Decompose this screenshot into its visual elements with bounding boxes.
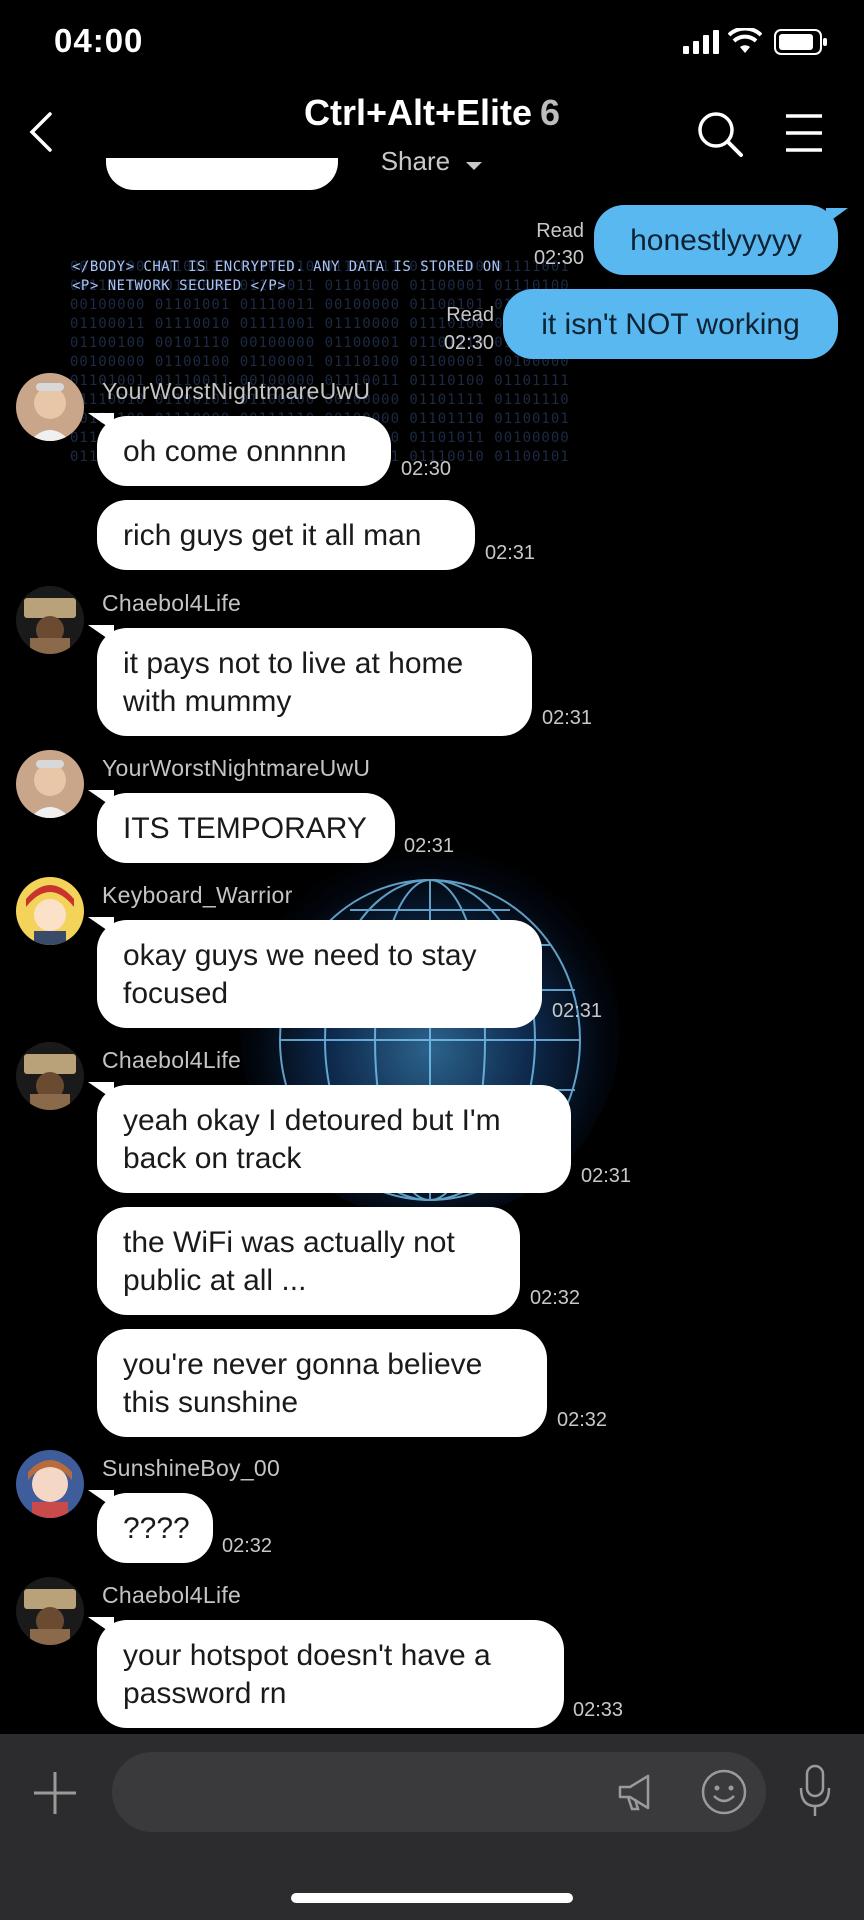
- search-icon: [698, 112, 743, 157]
- message-time: 02:31: [581, 1165, 632, 1187]
- background-encrypted-notice: </BODY> CHAT IS ENCRYPTED. ANY DATA IS S…: [72, 258, 501, 296]
- message-input[interactable]: [112, 1752, 766, 1832]
- home-indicator[interactable]: [291, 1893, 573, 1903]
- megaphone-icon: [618, 1774, 650, 1811]
- group-name: Ctrl+Alt+Elite: [303, 92, 533, 133]
- plus-icon: [34, 1772, 76, 1814]
- message-time: 02:31: [404, 835, 455, 857]
- message-time: 02:32: [222, 1535, 273, 1557]
- avatar-yourworstnightmareuwu[interactable]: [16, 750, 84, 818]
- message-time: 02:31: [542, 707, 593, 729]
- voice-input-button[interactable]: [798, 1764, 832, 1823]
- sender-name: Chaebol4Life: [102, 590, 242, 616]
- message-time: 02:30: [443, 332, 494, 354]
- battery-icon: [774, 29, 828, 60]
- cellular-signal-icon: [683, 30, 719, 59]
- wifi-icon: [727, 26, 763, 59]
- hamburger-menu-icon: [786, 114, 822, 152]
- avatar-chaebol4life[interactable]: [16, 1042, 84, 1110]
- incoming-message[interactable]: rich guys get it all man: [97, 500, 475, 570]
- avatar-keyboard-warrior[interactable]: [16, 877, 84, 945]
- sender-name: YourWorstNightmareUwU: [102, 755, 371, 781]
- incoming-message[interactable]: ITS TEMPORARY: [97, 793, 395, 863]
- emoji-icon: [701, 1769, 747, 1815]
- share-label: Share: [380, 146, 451, 176]
- sender-name: YourWorstNightmareUwU: [102, 378, 371, 404]
- sender-name: Keyboard_Warrior: [102, 882, 293, 908]
- bubble-tail: [826, 208, 848, 224]
- incoming-message[interactable]: yeah okay I detoured but I'm back on tra…: [97, 1085, 571, 1193]
- sender-name: Chaebol4Life: [102, 1047, 242, 1073]
- message-time: 02:32: [557, 1409, 608, 1431]
- message-time: 02:32: [530, 1287, 581, 1309]
- clipped-message-bubble: [106, 158, 338, 190]
- read-receipt: Read: [446, 304, 494, 326]
- sender-name: SunshineBoy_00: [102, 1455, 281, 1481]
- message-time: 02:31: [485, 542, 536, 564]
- incoming-message[interactable]: ????: [97, 1493, 213, 1563]
- avatar-chaebol4life[interactable]: [16, 586, 84, 654]
- incoming-message[interactable]: oh come onnnnn: [97, 416, 391, 486]
- message-time: 02:33: [573, 1699, 624, 1721]
- member-count: 6: [540, 92, 561, 133]
- incoming-message[interactable]: okay guys we need to stay focused: [97, 920, 542, 1028]
- search-button[interactable]: [696, 110, 744, 163]
- outgoing-message[interactable]: honestlyyyyy: [594, 205, 838, 275]
- message-time: 02:31: [552, 1000, 603, 1022]
- message-time: 02:30: [401, 458, 452, 480]
- incoming-message[interactable]: your hotspot doesn't have a password rn: [97, 1620, 564, 1728]
- menu-button[interactable]: [784, 112, 824, 159]
- read-receipt: Read: [536, 220, 584, 242]
- avatar-chaebol4life[interactable]: [16, 1577, 84, 1645]
- caret-down-icon: [465, 148, 483, 179]
- outgoing-message[interactable]: it isn't NOT working: [503, 289, 838, 359]
- avatar-yourworstnightmareuwu[interactable]: [16, 373, 84, 441]
- incoming-message[interactable]: you're never gonna believe this sunshine: [97, 1329, 547, 1437]
- encrypted-line-2: <P> NETWORK SECURED </P>: [72, 278, 287, 294]
- incoming-message[interactable]: the WiFi was actually not public at all …: [97, 1207, 520, 1315]
- emoji-button[interactable]: [700, 1768, 748, 1821]
- message-time: 02:30: [533, 247, 584, 269]
- announce-button[interactable]: [616, 1771, 658, 1818]
- add-attachment-button[interactable]: [32, 1770, 78, 1821]
- microphone-icon: [799, 1764, 831, 1816]
- status-bar-time: 04:00: [54, 22, 144, 59]
- avatar-sunshineboy-00[interactable]: [16, 1450, 84, 1518]
- incoming-message[interactable]: it pays not to live at home with mummy: [97, 628, 532, 736]
- sender-name: Chaebol4Life: [102, 1582, 242, 1608]
- encrypted-line-1: </BODY> CHAT IS ENCRYPTED. ANY DATA IS S…: [72, 259, 501, 275]
